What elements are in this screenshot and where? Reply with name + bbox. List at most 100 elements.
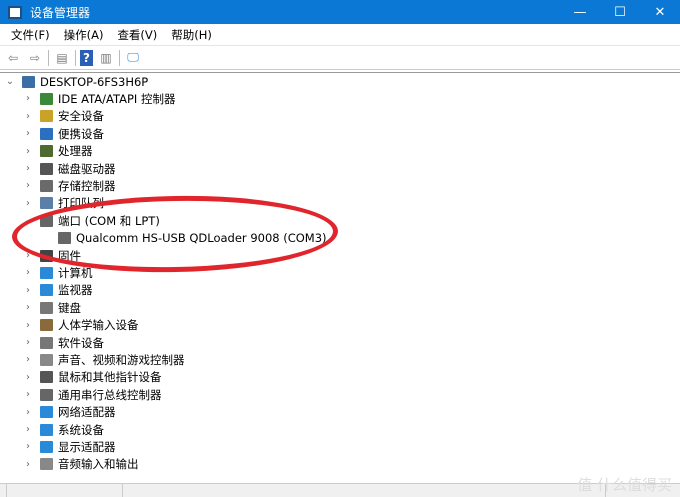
tree-category[interactable]: › 鼠标和其他指针设备 xyxy=(22,369,162,386)
separator xyxy=(48,49,49,66)
tree-root[interactable]: ⌄ DESKTOP-6FS3H6P xyxy=(4,73,148,90)
menu-view[interactable]: 查看(V) xyxy=(110,27,164,43)
root-label: DESKTOP-6FS3H6P xyxy=(40,74,149,89)
chevron-right-icon[interactable]: › xyxy=(22,407,34,418)
device-icon xyxy=(40,353,53,366)
toolbar: ⇦ ⇨ ▤ ? ▥ 🖵 xyxy=(0,46,680,70)
device-icon xyxy=(40,214,53,227)
tree-category[interactable]: › 键盘 xyxy=(22,299,81,316)
chevron-right-icon[interactable]: › xyxy=(22,128,34,139)
minimize-button[interactable]: — xyxy=(560,5,600,20)
tree-category[interactable]: ⌄ 端口 (COM 和 LPT) xyxy=(22,212,160,229)
tree-category[interactable]: › 监视器 xyxy=(22,282,93,299)
device-icon xyxy=(40,127,53,140)
tree-item-label: 网络适配器 xyxy=(58,405,116,420)
tree-category[interactable]: › 通用串行总线控制器 xyxy=(22,386,162,403)
tree-category[interactable]: › 便携设备 xyxy=(22,125,104,142)
device-icon xyxy=(40,336,53,349)
device-icon xyxy=(40,440,53,453)
tree-category[interactable]: › 磁盘驱动器 xyxy=(22,160,116,177)
show-hide-console-tree-icon[interactable]: ▤ xyxy=(53,50,71,66)
tree-item-label: 软件设备 xyxy=(58,335,104,350)
tree-item-label: Qualcomm HS-USB QDLoader 9008 (COM3) xyxy=(76,231,327,246)
forward-arrow-icon[interactable]: ⇨ xyxy=(26,50,44,66)
tree-category[interactable]: › 存储控制器 xyxy=(22,177,116,194)
tree-child-item[interactable]: Qualcomm HS-USB QDLoader 9008 (COM3) xyxy=(40,230,327,247)
tree-category[interactable]: › 音频输入和输出 xyxy=(22,456,139,473)
chevron-right-icon[interactable]: › xyxy=(22,372,34,383)
chevron-right-icon[interactable]: › xyxy=(22,111,34,122)
tree-item-label: 键盘 xyxy=(58,300,81,315)
chevron-right-icon[interactable]: › xyxy=(22,267,34,278)
device-icon xyxy=(40,319,53,332)
tree-category[interactable]: › 固件 xyxy=(22,247,81,264)
chevron-right-icon[interactable]: › xyxy=(22,302,34,313)
tree-item-label: 监视器 xyxy=(58,283,93,298)
device-icon xyxy=(40,371,53,384)
watermark: 值 什么值得买 xyxy=(577,476,672,494)
chevron-right-icon[interactable]: › xyxy=(22,354,34,365)
title-bar: 设备管理器 — ☐ ✕ xyxy=(0,0,680,24)
tree-item-label: 端口 (COM 和 LPT) xyxy=(58,213,160,228)
chevron-right-icon[interactable]: › xyxy=(22,389,34,400)
tree-item-label: 便携设备 xyxy=(58,126,104,141)
chevron-right-icon[interactable]: › xyxy=(22,285,34,296)
chevron-right-icon[interactable]: › xyxy=(22,320,34,331)
device-icon xyxy=(40,162,53,175)
device-tree: ⌄ DESKTOP-6FS3H6P › IDE ATA/ATAPI 控制器 › 安全设… xyxy=(0,72,680,483)
menu-help[interactable]: 帮助(H) xyxy=(164,27,219,43)
device-icon xyxy=(40,406,53,419)
maximize-button[interactable]: ☐ xyxy=(600,5,640,20)
tree-category[interactable]: › 网络适配器 xyxy=(22,404,116,421)
device-icon xyxy=(40,266,53,279)
tree-item-label: 系统设备 xyxy=(58,422,104,437)
show-action-pane-icon[interactable]: ▥ xyxy=(97,50,115,66)
help-icon[interactable]: ? xyxy=(80,49,93,66)
tree-category[interactable]: › 人体学输入设备 xyxy=(22,317,139,334)
menu-action[interactable]: 操作(A) xyxy=(57,27,111,43)
chevron-right-icon[interactable]: › xyxy=(22,441,34,452)
tree-category[interactable]: › 安全设备 xyxy=(22,108,104,125)
tree-category[interactable]: › 计算机 xyxy=(22,264,93,281)
chevron-down-icon[interactable]: ⌄ xyxy=(22,215,34,226)
tree-item-label: 音频输入和输出 xyxy=(58,457,139,472)
tree-category[interactable]: › 软件设备 xyxy=(22,334,104,351)
tree-item-label: 安全设备 xyxy=(58,109,104,124)
menu-file[interactable]: 文件(F) xyxy=(4,27,57,43)
chevron-right-icon[interactable]: › xyxy=(22,424,34,435)
tree-category[interactable]: › 处理器 xyxy=(22,143,93,160)
device-icon xyxy=(40,301,53,314)
tree-item-label: 计算机 xyxy=(58,265,93,280)
chevron-right-icon[interactable]: › xyxy=(22,459,34,470)
menu-bar: 文件(F) 操作(A) 查看(V) 帮助(H) xyxy=(0,24,680,46)
device-icon xyxy=(40,423,53,436)
tree-category[interactable]: › IDE ATA/ATAPI 控制器 xyxy=(22,90,175,107)
chevron-right-icon[interactable]: › xyxy=(22,93,34,104)
chevron-right-icon[interactable]: › xyxy=(22,198,34,209)
computer-icon xyxy=(22,75,35,88)
chevron-right-icon[interactable]: › xyxy=(22,250,34,261)
close-button[interactable]: ✕ xyxy=(640,5,680,20)
tree-item-label: 鼠标和其他指针设备 xyxy=(58,370,162,385)
device-icon xyxy=(40,92,53,105)
tree-item-label: 人体学输入设备 xyxy=(58,318,139,333)
tree-item-label: 固件 xyxy=(58,248,81,263)
chevron-right-icon[interactable]: › xyxy=(22,163,34,174)
tree-category[interactable]: › 打印队列 xyxy=(22,195,104,212)
chevron-right-icon[interactable]: › xyxy=(22,146,34,157)
tree-category[interactable]: › 显示适配器 xyxy=(22,438,116,455)
tree-item-label: 处理器 xyxy=(58,144,93,159)
back-arrow-icon[interactable]: ⇦ xyxy=(4,50,22,66)
chevron-right-icon[interactable]: › xyxy=(22,337,34,348)
device-icon xyxy=(40,145,53,158)
device-icon xyxy=(40,284,53,297)
chevron-right-icon[interactable]: › xyxy=(22,180,34,191)
tree-category[interactable]: › 声音、视频和游戏控制器 xyxy=(22,351,185,368)
tree-item-label: IDE ATA/ATAPI 控制器 xyxy=(58,91,176,106)
chevron-down-icon[interactable]: ⌄ xyxy=(4,76,16,87)
monitor-icon[interactable]: 🖵 xyxy=(124,50,142,66)
tree-item-label: 声音、视频和游戏控制器 xyxy=(58,352,185,367)
device-icon xyxy=(40,458,53,471)
tree-category[interactable]: › 系统设备 xyxy=(22,421,104,438)
window-title: 设备管理器 xyxy=(30,5,91,20)
